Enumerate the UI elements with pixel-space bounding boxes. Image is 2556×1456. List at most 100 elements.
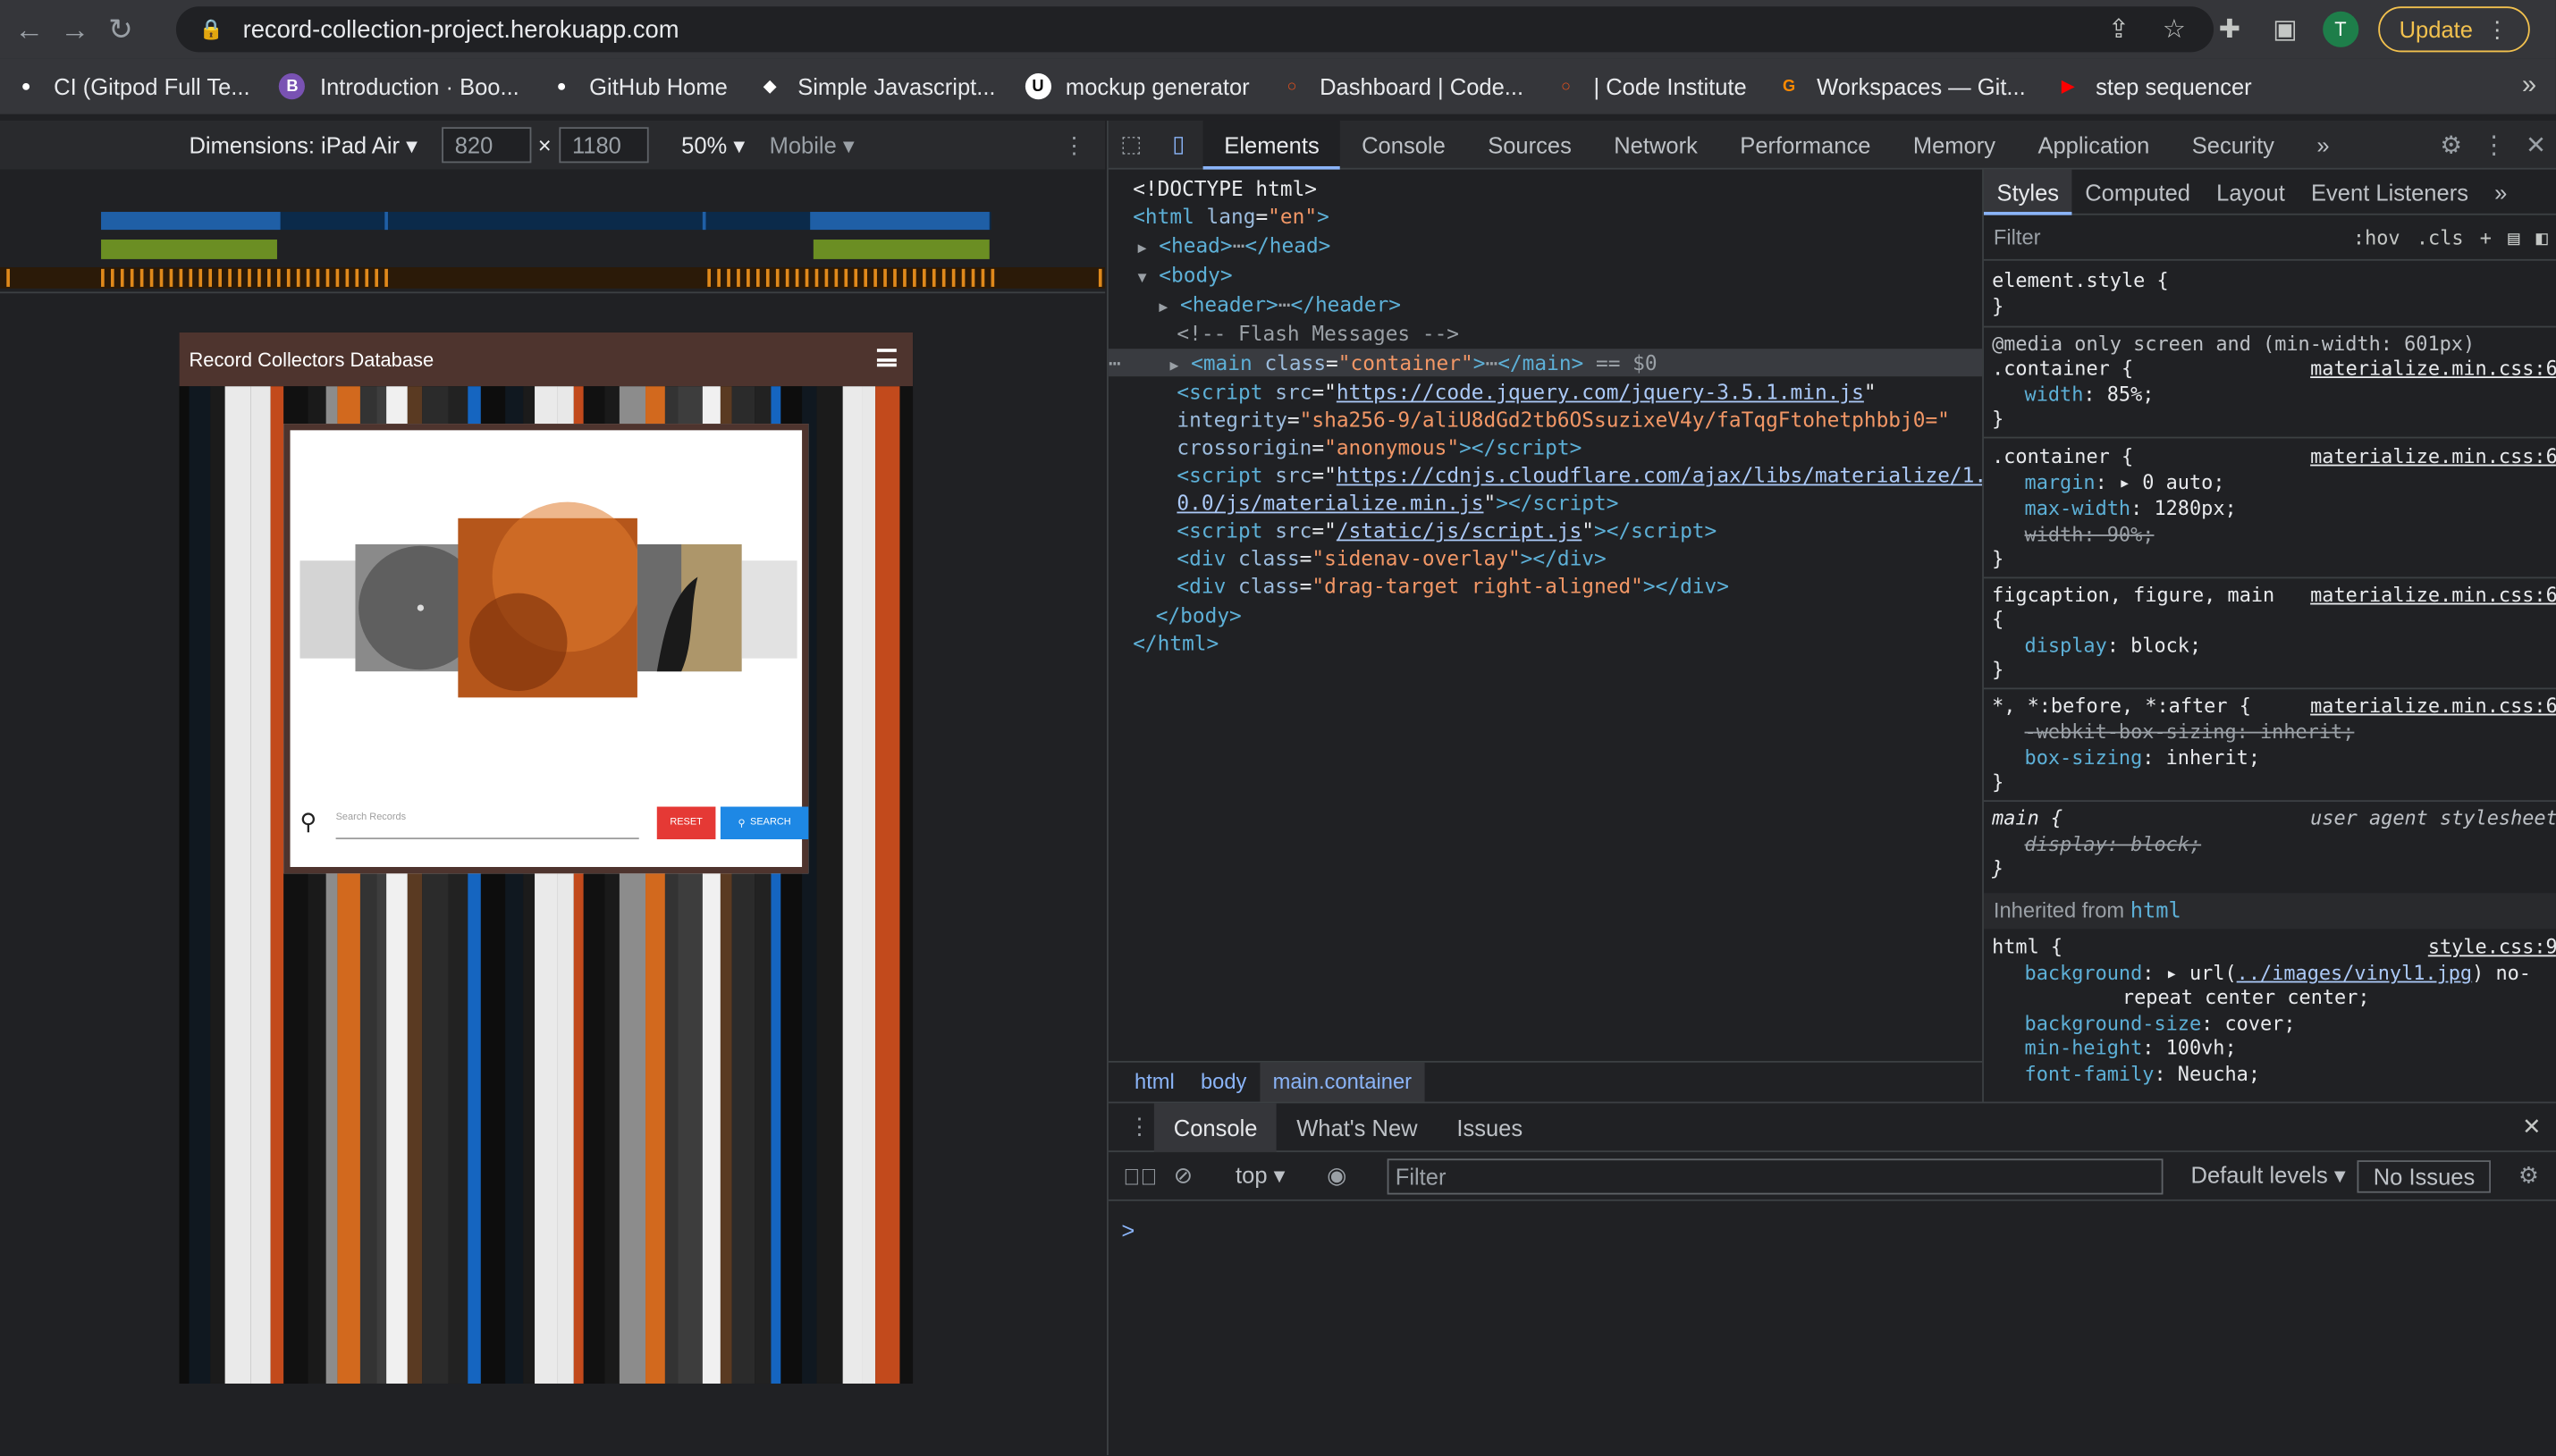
container-selector-2[interactable]: .container { (1992, 445, 2133, 470)
styles-more-icon[interactable]: » (2482, 170, 2520, 215)
device-toggle-icon[interactable]: ▯ (1154, 130, 1203, 158)
media-bar-right[interactable] (810, 212, 990, 231)
display-declaration[interactable]: display: block; (2025, 634, 2202, 659)
sidebar-toggle-icon[interactable]: ◧ (2536, 226, 2548, 249)
profile-avatar[interactable]: T (2322, 11, 2359, 47)
update-button[interactable]: Update ⋮ (2377, 6, 2530, 53)
console-filter-input[interactable]: Filter (1387, 1158, 2164, 1195)
width-overridden[interactable]: width: 90%; (2025, 523, 2155, 548)
styles-tab-styles[interactable]: Styles (1983, 169, 2072, 215)
main-node-selected[interactable]: ⋯ ▶ <main class="container">⋯</main> == … (1108, 349, 1983, 377)
doctype-node[interactable]: <!DOCTYPE html> (1133, 174, 1317, 202)
flash-comment-node[interactable]: <!-- Flash Messages --> (1177, 319, 1459, 347)
tab-elements[interactable]: Elements (1202, 120, 1341, 169)
styles-tab-event-listeners[interactable]: Event Listeners (2298, 170, 2481, 215)
back-icon[interactable]: ← (6, 6, 52, 52)
universal-selector[interactable]: *, *:before, *:after { (1992, 694, 2251, 720)
jquery-link[interactable]: https://code.jquery.com/jquery-3.5.1.min… (1337, 380, 1864, 404)
live-expression-eye-icon[interactable]: ◉ (1327, 1162, 1346, 1190)
zoom-dropdown[interactable]: 50% ▾ (681, 131, 745, 159)
height-input[interactable]: 1180 (559, 127, 649, 164)
drawer-tab-what-s-new[interactable]: What's New (1277, 1102, 1437, 1151)
bookmark-introduction-boo[interactable]: B Introduction · Boo... (279, 73, 519, 100)
script-js-link[interactable]: /static/js/script.js (1337, 518, 1582, 543)
drag-target-node[interactable]: <div class="drag-target right-aligned"><… (1177, 572, 1729, 600)
drawer-tab-console[interactable]: Console (1153, 1102, 1278, 1152)
more-tabs-icon[interactable]: » (2296, 120, 2351, 169)
margin-declaration[interactable]: margin: ▸ 0 auto; (2025, 471, 2225, 496)
bookmark-dashboard-code[interactable]: ○ Dashboard | Code... (1278, 73, 1524, 99)
tab-application[interactable]: Application (2017, 120, 2171, 169)
bookmark-star-icon[interactable]: ☆ (2147, 0, 2202, 59)
main-selector[interactable]: main { (1992, 807, 2063, 832)
clear-console-icon[interactable]: ⊘ (1174, 1162, 1193, 1190)
forward-icon[interactable]: → (52, 6, 97, 52)
media-bar-left[interactable] (101, 212, 281, 231)
cls-toggle[interactable]: .cls (2417, 226, 2464, 249)
tab-security[interactable]: Security (2171, 120, 2296, 169)
box-sizing-declaration[interactable]: box-sizing: inherit; (2025, 746, 2260, 771)
breadcrumb-body[interactable]: body (1187, 1062, 1260, 1101)
breadcrumb-html[interactable]: html (1121, 1062, 1187, 1101)
head-node[interactable]: ▶ <head>⋯</head> (1138, 231, 1331, 259)
styles-tab-layout[interactable]: Layout (2204, 170, 2299, 215)
search-input[interactable]: Search Records (336, 813, 406, 823)
inspect-element-icon[interactable]: ⬚ (1109, 130, 1154, 158)
body-node[interactable]: ▼ <body> (1138, 261, 1233, 289)
min-height-declaration[interactable]: min-height: 100vh; (2025, 1037, 2237, 1062)
html-node[interactable]: <html lang="en"> (1133, 202, 1329, 230)
display-block-overridden[interactable]: display: block; (2025, 833, 2202, 858)
background-declaration[interactable]: background: ▸ url(../images/vinyl1.jpg) … (2025, 962, 2531, 987)
log-levels-dropdown[interactable]: Default levels ▾ (2191, 1162, 2346, 1190)
bookmarks-overflow-icon[interactable]: » (2522, 59, 2536, 114)
hov-toggle[interactable]: :hov (2353, 226, 2400, 249)
figcaption-selector[interactable]: figcaption, figure, main (1992, 584, 2274, 609)
script-jquery-node[interactable]: <script src="https://code.jquery.com/jqu… (1177, 378, 1876, 406)
dimensions-dropdown[interactable]: Dimensions: iPad Air ▾ (190, 131, 418, 159)
bookmark-workspaces-git[interactable]: G Workspaces — Git... (1776, 73, 2026, 99)
issues-button[interactable]: No Issues (2357, 1160, 2492, 1193)
html-selector[interactable]: html { (1992, 936, 2063, 961)
header-node[interactable]: ▶ <header>⋯</header> (1159, 290, 1401, 318)
address-bar[interactable]: 🔒 record-collection-project.herokuapp.co… (175, 6, 2214, 53)
inherited-tag-link[interactable]: html (2130, 899, 2181, 923)
hamburger-menu-icon[interactable] (876, 349, 897, 367)
bookmark-simple-javascript[interactable]: ◆ Simple Javascript... (757, 73, 995, 99)
bookmark-ci-gitpod-full-te[interactable]: ● CI (Gitpod Full Te... (13, 73, 250, 99)
drawer-tab-issues[interactable]: Issues (1437, 1102, 1542, 1151)
share-icon[interactable]: ⇪ (2091, 0, 2147, 59)
materialize-source-link[interactable]: materialize.min.css:6 (2310, 445, 2556, 470)
bookmark-github-home[interactable]: ● GitHub Home (549, 73, 728, 99)
tab-memory[interactable]: Memory (1892, 120, 2017, 169)
paint-icon[interactable]: ▤ (2508, 226, 2519, 249)
sidenav-overlay-node[interactable]: <div class="sidenav-overlay"></div> (1177, 544, 1606, 572)
tab-console[interactable]: Console (1340, 120, 1466, 169)
width-declaration[interactable]: width: 85%; (2025, 383, 2155, 408)
tab-network[interactable]: Network (1593, 120, 1719, 169)
materialize-link[interactable]: https://cdnjs.cloudflare.com/ajax/libs/m… (1337, 463, 1982, 487)
album-carousel[interactable] (291, 430, 803, 802)
drawer-menu-icon[interactable]: ⋮ (1128, 1113, 1151, 1140)
materialize-source-link[interactable]: materialize.min.css:6 (2310, 584, 2556, 609)
media-bar-min-left[interactable] (101, 240, 277, 259)
console-prompt[interactable]: > (1121, 1217, 1135, 1243)
bookmark-code-institute[interactable]: ○ | Code Institute (1553, 73, 1747, 99)
settings-gear-icon[interactable]: ⚙ (2440, 130, 2462, 160)
new-rule-icon[interactable]: + (2480, 226, 2492, 249)
device-more-icon[interactable]: ⋮ (1063, 131, 1086, 159)
materialize-link-cont[interactable]: 0.0/js/materialize.min.js (1177, 491, 1483, 515)
style-css-source-link[interactable]: style.css:9 (2428, 936, 2556, 961)
background-size-declaration[interactable]: background-size: cover; (2025, 1012, 2296, 1037)
context-dropdown[interactable]: top ▾ (1236, 1162, 1285, 1190)
media-bar-min-right[interactable] (813, 240, 990, 259)
device-type-dropdown[interactable]: Mobile ▾ (770, 131, 855, 159)
materialize-source-link[interactable]: materialize.min.css:6 (2310, 357, 2556, 382)
console-sidebar-icon[interactable]: ▶⃞ (1123, 1163, 1157, 1189)
element-style-rule[interactable]: element.style { (1992, 269, 2169, 294)
reset-button[interactable]: RESET (656, 806, 716, 839)
container-selector[interactable]: .container { (1992, 357, 2133, 382)
bookmark-mockup-generator[interactable]: Umockup generator (1025, 73, 1250, 100)
tab-sources[interactable]: Sources (1466, 120, 1592, 169)
styles-filter-input[interactable]: Filter (1994, 225, 2041, 249)
background-image-link[interactable]: ../images/vinyl1.jpg (2237, 962, 2472, 985)
